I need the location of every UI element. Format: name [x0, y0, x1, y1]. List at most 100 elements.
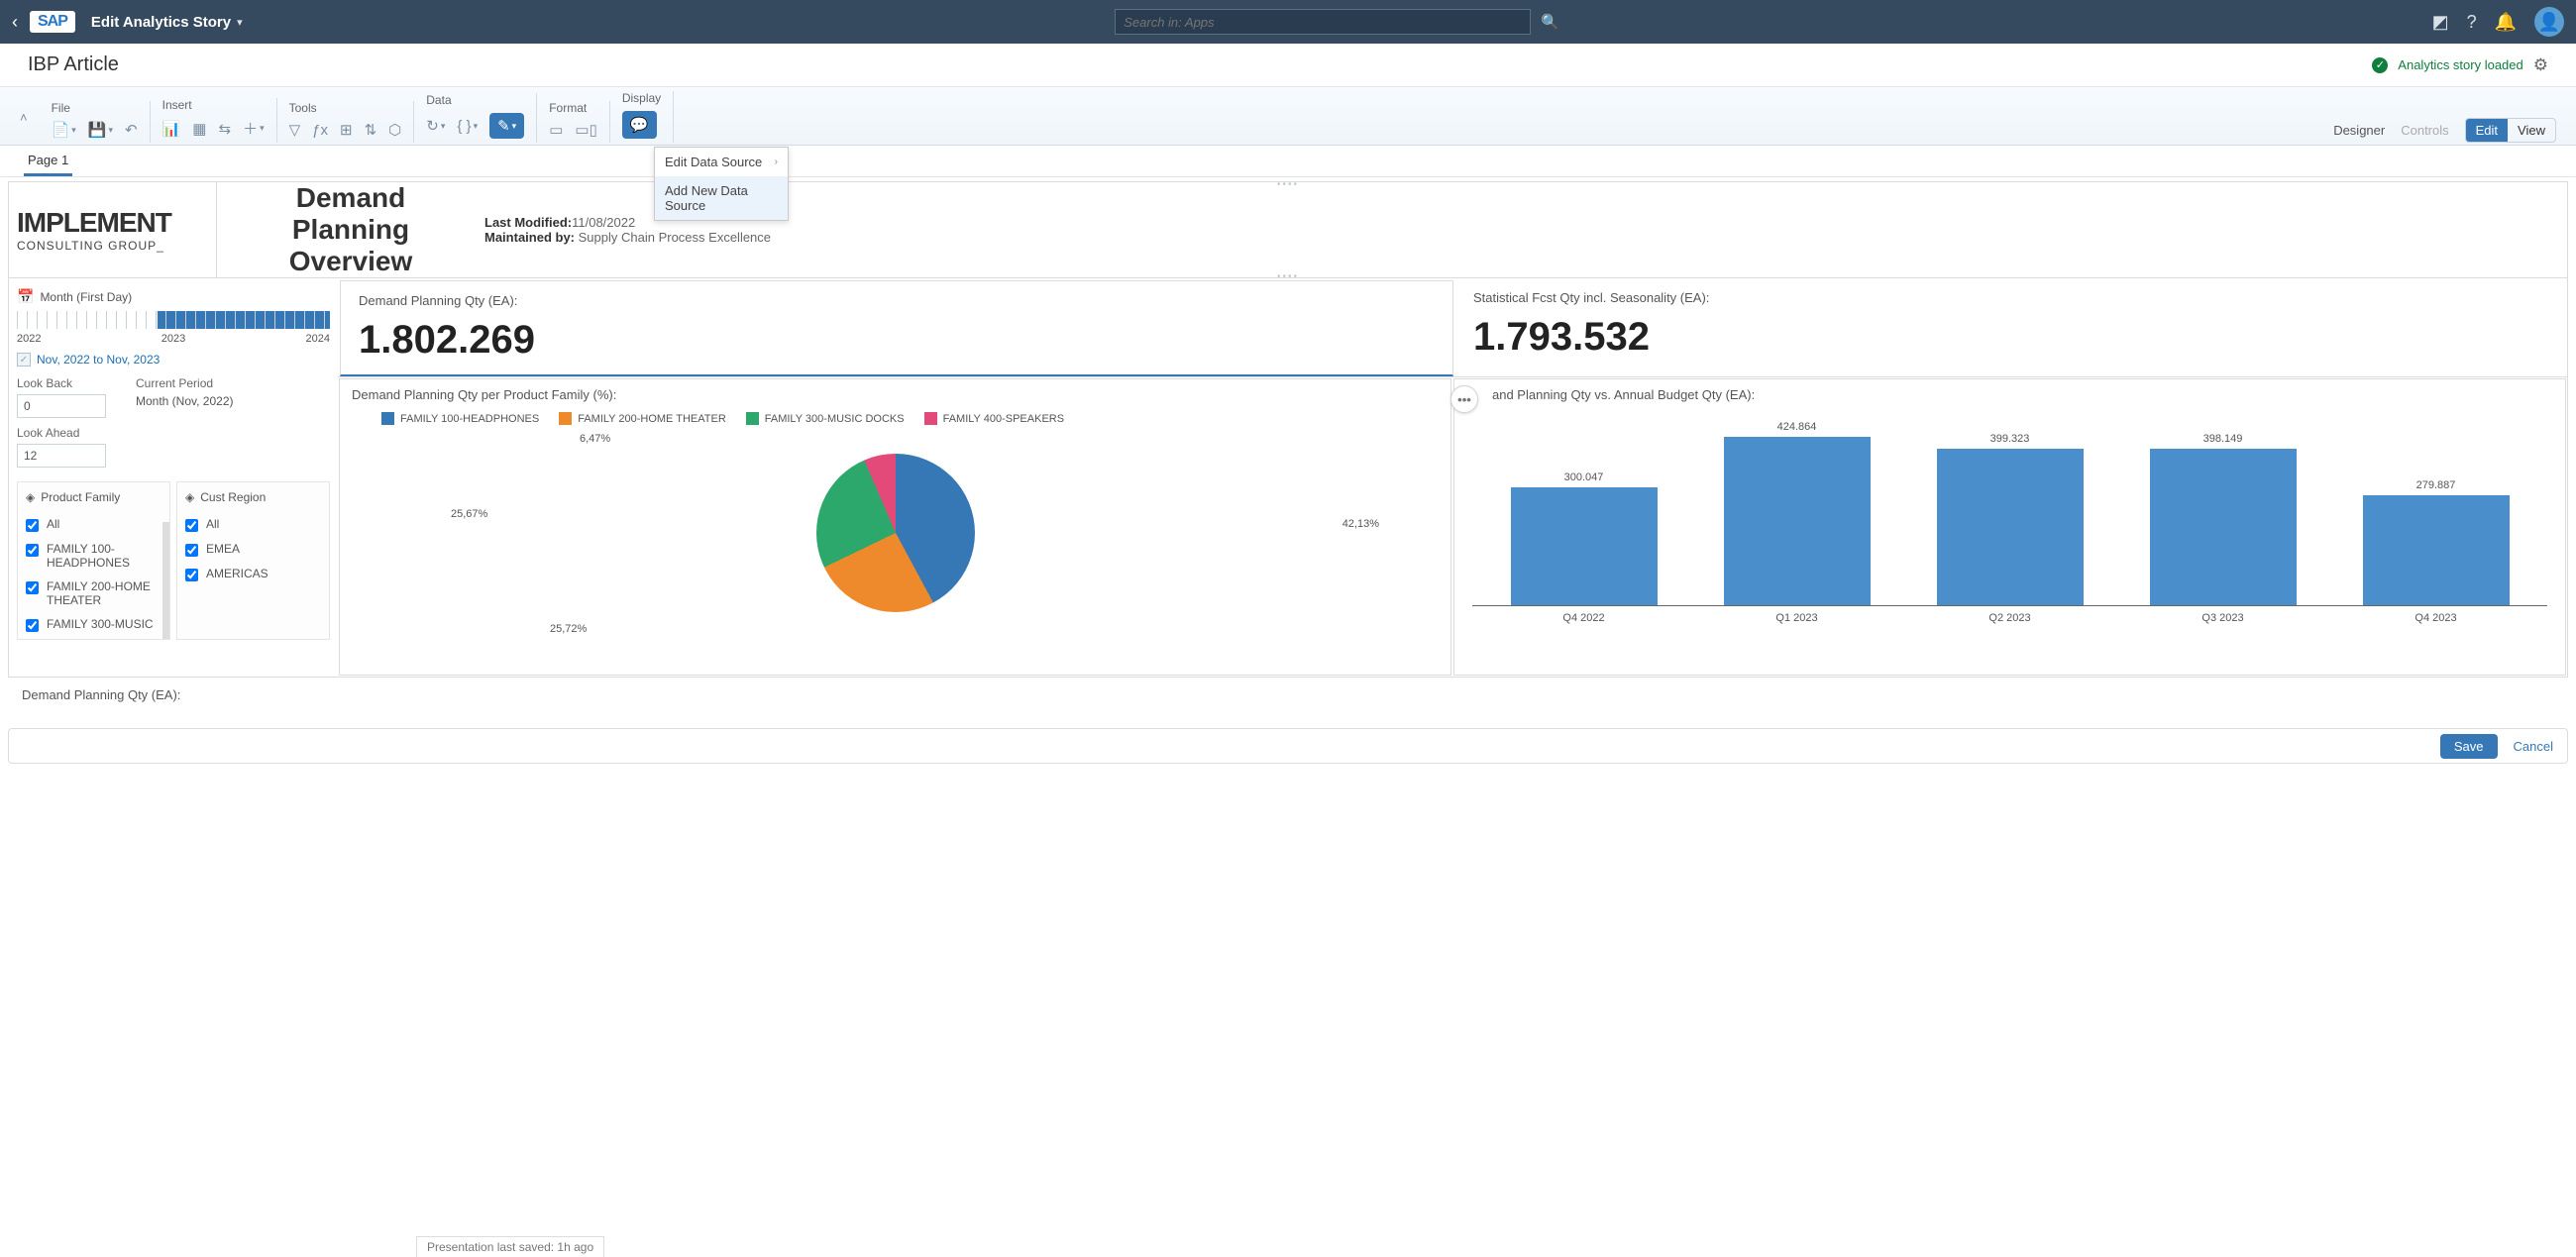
data-dropdown: Edit Data Source › Add New Data Source	[654, 147, 789, 221]
legend-label: FAMILY 200-HOME THEATER	[578, 413, 726, 425]
refresh-button[interactable]: ↻▾	[426, 117, 445, 135]
undo-button[interactable]: ↶	[125, 121, 138, 139]
bar-value: 424.864	[1777, 421, 1817, 433]
range-checkbox[interactable]: ✓	[17, 353, 31, 367]
variables-button[interactable]: { }▾	[457, 118, 478, 135]
file-menu-button[interactable]: 📄▾	[52, 121, 76, 139]
header-card[interactable]: •••• IMPLEMENT CONSULTING GROUP_ Demand …	[8, 181, 2568, 278]
bar-value: 399.323	[1990, 433, 2030, 445]
kpi-demand-planning[interactable]: Demand Planning Qty (EA): 1.802.269	[340, 280, 1453, 376]
controls-button[interactable]: Controls	[2401, 123, 2448, 138]
reg-all-checkbox[interactable]	[185, 519, 198, 532]
chart-more-button[interactable]: •••	[1450, 385, 1478, 413]
shell-search: 🔍	[1115, 9, 1559, 35]
kpi-row: Demand Planning Qty (EA): 1.802.269 Stat…	[338, 278, 2567, 376]
last-mod-label: Last Modified:	[484, 215, 572, 230]
bar-value: 300.047	[1564, 471, 1604, 483]
sap-logo[interactable]: SAP	[30, 11, 75, 33]
legend-swatch	[381, 412, 394, 425]
user-avatar[interactable]: 👤	[2534, 7, 2564, 37]
current-period-value: Month (Nov, 2022)	[136, 394, 234, 408]
legend-swatch	[559, 412, 572, 425]
designer-button[interactable]: Designer	[2333, 123, 2385, 138]
pf-item-checkbox[interactable]	[26, 544, 39, 557]
chevron-right-icon: ›	[775, 157, 778, 167]
collapse-toolbar-icon[interactable]: ˄	[20, 110, 40, 125]
pf-all-checkbox[interactable]	[26, 519, 39, 532]
tl-start: 2022	[17, 333, 41, 345]
dropdown-add-new-data-source[interactable]: Add New Data Source	[655, 176, 788, 220]
edit-data-button[interactable]: ✎▾	[489, 113, 524, 139]
comments-button[interactable]: 💬	[622, 111, 657, 139]
shell-title[interactable]: Edit Analytics Story	[91, 14, 231, 31]
scrollbar[interactable]	[162, 522, 169, 639]
legend-label: FAMILY 300-MUSIC DOCKS	[765, 413, 905, 425]
mode-edit[interactable]: Edit	[2466, 119, 2508, 142]
link-dimensions-button[interactable]: ⇅	[365, 121, 377, 139]
drag-handle-icon[interactable]: ••••	[1277, 271, 1299, 282]
search-icon[interactable]: 🔍	[1541, 13, 1559, 31]
insert-control-button[interactable]: ⇆	[218, 120, 231, 138]
search-input[interactable]	[1115, 9, 1531, 35]
save-button[interactable]: 💾▾	[88, 121, 113, 139]
maintained-label: Maintained by:	[484, 230, 575, 245]
filter-button[interactable]: ▽	[289, 121, 301, 139]
bar	[1937, 449, 2084, 605]
tab-page1[interactable]: Page 1	[24, 147, 72, 176]
legend-swatch	[924, 412, 937, 425]
insert-table-button[interactable]: ▦	[192, 120, 206, 138]
pie-legend: FAMILY 100-HEADPHONES FAMILY 200-HOME TH…	[352, 408, 1439, 429]
kpi-value: 1.802.269	[359, 318, 1435, 363]
format-screens-button[interactable]: ▭▯	[575, 121, 596, 139]
support-icon[interactable]: ◩	[2432, 12, 2449, 33]
composite-button[interactable]: ⬡	[388, 121, 401, 139]
calendar-icon: 📅	[17, 288, 34, 305]
region-header: Cust Region	[200, 490, 266, 504]
time-slider[interactable]	[17, 311, 330, 329]
story-title: Demand Planning Overview	[217, 182, 484, 277]
insert-chart-button[interactable]: 📊	[162, 120, 181, 138]
settings-icon[interactable]: ⚙	[2533, 55, 2548, 75]
formula-button[interactable]: ƒx	[312, 122, 328, 139]
notifications-icon[interactable]: 🔔	[2495, 12, 2517, 33]
group-file-label: File	[52, 101, 138, 115]
copy-format-button[interactable]: ▭	[549, 121, 563, 139]
dropdown-edit-data-source[interactable]: Edit Data Source ›	[655, 148, 788, 176]
pf-item-checkbox[interactable]	[26, 581, 39, 594]
reg-item-label: AMERICAS	[206, 567, 268, 580]
axis-label: Q4 2022	[1492, 612, 1675, 624]
bar	[2363, 495, 2510, 605]
mode-view[interactable]: View	[2508, 119, 2555, 142]
tl-mid: 2023	[161, 333, 185, 345]
help-icon[interactable]: ?	[2467, 12, 2477, 33]
pf-item-checkbox[interactable]	[26, 619, 39, 632]
kpi-stat-forecast[interactable]: Statistical Fcst Qty incl. Seasonality (…	[1455, 278, 2567, 376]
conditional-button[interactable]: ⊞	[340, 121, 353, 139]
kpi-label: Demand Planning Qty (EA):	[359, 293, 1435, 308]
insert-more-button[interactable]: ＋▾	[243, 118, 265, 139]
drag-handle-icon[interactable]: ••••	[1277, 179, 1299, 190]
kpi-label: Statistical Fcst Qty incl. Seasonality (…	[1473, 290, 2549, 305]
save-page-button[interactable]: Save	[2440, 734, 2498, 759]
back-button[interactable]: ‹	[12, 12, 18, 33]
chart-title: and Planning Qty vs. Annual Budget Qty (…	[1466, 387, 2553, 402]
chevron-down-icon[interactable]: ▾	[237, 16, 243, 29]
reg-item-checkbox[interactable]	[185, 569, 198, 581]
bar-chart-widget[interactable]: ••• and Planning Qty vs. Annual Budget Q…	[1453, 378, 2566, 676]
pie-slice-label: 25,67%	[451, 508, 487, 520]
pie-chart-widget[interactable]: Demand Planning Qty per Product Family (…	[339, 378, 1451, 676]
look-ahead-input[interactable]: 12	[17, 444, 106, 468]
group-format-label: Format	[549, 101, 597, 115]
pf-item-label: FAMILY 100-HEADPHONES	[47, 542, 161, 570]
hierarchy-icon: ◈	[26, 490, 35, 504]
bar	[1511, 487, 1658, 605]
reg-item-checkbox[interactable]	[185, 544, 198, 557]
look-back-input[interactable]: 0	[17, 394, 106, 418]
cancel-button[interactable]: Cancel	[2514, 739, 2553, 754]
bar	[1724, 437, 1871, 605]
range-text: Nov, 2022 to Nov, 2023	[37, 353, 160, 367]
pie-slice-label: 42,13%	[1342, 518, 1379, 530]
pf-header: Product Family	[41, 490, 120, 504]
axis-label: Q3 2023	[2131, 612, 2314, 624]
hierarchy-icon: ◈	[185, 490, 194, 504]
